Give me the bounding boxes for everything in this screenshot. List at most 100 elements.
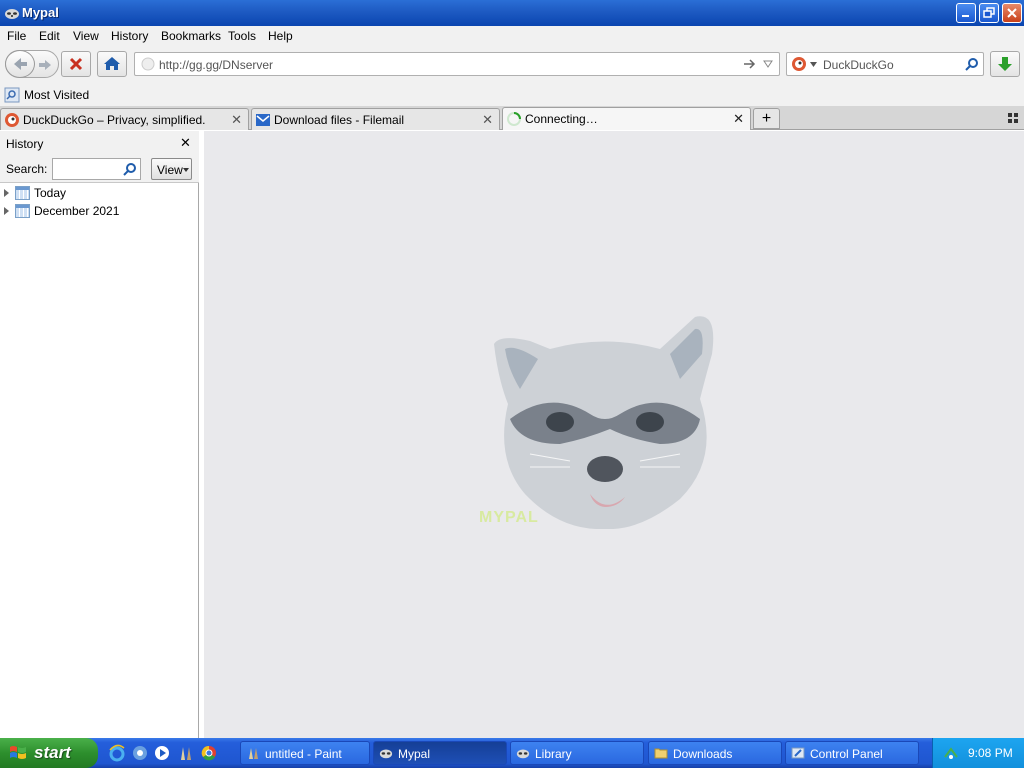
back-arrow-icon <box>14 58 27 70</box>
media-player-icon[interactable] <box>153 744 171 762</box>
search-icon[interactable] <box>965 57 979 71</box>
history-item-label: Today <box>34 186 67 200</box>
home-button[interactable] <box>97 51 127 77</box>
filemail-icon <box>256 114 270 126</box>
control-panel-icon <box>791 747 805 759</box>
close-window-button[interactable] <box>1002 3 1022 23</box>
new-tab-button[interactable]: + <box>753 108 780 129</box>
restore-icon <box>983 7 995 18</box>
url-dropdown-icon[interactable] <box>763 60 773 68</box>
clock[interactable]: 9:08 PM <box>968 746 1013 760</box>
start-label: start <box>34 743 71 762</box>
search-engine-placeholder: DuckDuckGo <box>823 58 894 72</box>
watermark-text: MYPAL <box>479 509 539 526</box>
paint-icon <box>249 748 258 759</box>
minimize-icon <box>962 15 969 17</box>
folder-icon <box>654 748 668 759</box>
view-button[interactable]: View <box>151 158 192 180</box>
menu-help[interactable]: Help <box>268 29 293 43</box>
menu-file[interactable]: File <box>7 29 26 43</box>
stop-button[interactable] <box>61 51 91 77</box>
go-arrow-icon[interactable] <box>743 58 757 70</box>
start-button[interactable]: start <box>0 738 98 768</box>
task-mypal[interactable]: Mypal <box>373 741 507 765</box>
loading-spinner-icon <box>507 112 521 126</box>
tab-label: DuckDuckGo – Privacy, simplified. <box>23 113 206 127</box>
view-button-label: View <box>157 163 183 177</box>
search-bar[interactable]: DuckDuckGo <box>786 52 984 76</box>
most-visited-icon <box>4 87 20 103</box>
tab-close-icon[interactable]: ✕ <box>482 112 493 128</box>
task-label: Downloads <box>673 747 733 761</box>
calendar-icon <box>15 204 30 218</box>
network-icon[interactable] <box>943 745 959 761</box>
back-button[interactable] <box>5 50 35 78</box>
menu-edit[interactable]: Edit <box>39 29 60 43</box>
menu-view[interactable]: View <box>73 29 99 43</box>
tab-duckduckgo[interactable]: DuckDuckGo – Privacy, simplified. ✕ <box>0 108 249 130</box>
history-item-december-2021[interactable]: December 2021 <box>4 203 194 221</box>
task-paint[interactable]: untitled - Paint <box>240 741 370 765</box>
history-item-label: December 2021 <box>34 204 120 218</box>
most-visited-link[interactable]: Most Visited <box>24 88 89 102</box>
task-label: Mypal <box>398 747 431 761</box>
task-control-panel[interactable]: Control Panel <box>785 741 919 765</box>
search-label: Search: <box>6 162 48 176</box>
window-title: Mypal <box>22 5 59 20</box>
downloads-button[interactable] <box>990 51 1020 77</box>
history-item-today[interactable]: Today <box>4 185 194 203</box>
tab-filemail[interactable]: Download files - Filemail ✕ <box>251 108 500 130</box>
history-sidebar: History ✕ Search: View Today December 20… <box>0 131 199 738</box>
sidebar-close-icon[interactable]: ✕ <box>180 135 191 151</box>
tab-close-icon[interactable]: ✕ <box>231 112 242 128</box>
url-text: http://gg.gg/DNserver <box>159 58 274 72</box>
engine-dropdown-icon[interactable] <box>810 62 817 67</box>
mypal-raccoon-logo <box>494 316 714 529</box>
chrome-icon[interactable] <box>200 744 218 762</box>
tab-connecting[interactable]: Connecting… ✕ <box>502 107 751 130</box>
menu-tools[interactable]: Tools <box>228 29 256 43</box>
globe-icon <box>141 57 155 71</box>
task-downloads[interactable]: Downloads <box>648 741 782 765</box>
internet-explorer-icon[interactable] <box>108 744 126 762</box>
url-bar[interactable]: http://gg.gg/DNserver <box>134 52 780 76</box>
tab-list-icon[interactable] <box>1008 113 1018 123</box>
duckduckgo-icon[interactable] <box>791 56 807 72</box>
duckduckgo-icon <box>5 113 19 127</box>
history-search-input[interactable] <box>52 158 141 180</box>
chevron-down-icon <box>183 168 189 172</box>
tab-label: Connecting… <box>525 112 598 126</box>
expand-twisty-icon[interactable] <box>4 207 9 215</box>
home-icon <box>104 57 120 70</box>
bookmarks-toolbar: Most Visited <box>0 84 1024 106</box>
paint-icon[interactable] <box>177 744 195 762</box>
tab-close-icon[interactable]: ✕ <box>733 111 744 127</box>
messenger-icon[interactable] <box>131 744 149 762</box>
menu-history[interactable]: History <box>111 29 148 43</box>
task-label: Control Panel <box>810 747 883 761</box>
taskbar: start untitled - Paint Mypal Library Dow… <box>0 738 1024 768</box>
stop-x-icon <box>69 57 83 71</box>
sidebar-search-row: Search: View <box>0 155 199 183</box>
page-content: MYPAL <box>204 131 1024 738</box>
task-label: Library <box>535 747 572 761</box>
minimize-button[interactable] <box>956 3 976 23</box>
restore-button[interactable] <box>979 3 999 23</box>
close-icon <box>1007 8 1017 18</box>
task-library[interactable]: Library <box>510 741 644 765</box>
download-arrow-icon <box>998 57 1012 71</box>
sidebar-header: History ✕ <box>0 131 199 155</box>
expand-twisty-icon[interactable] <box>4 189 9 197</box>
navigation-toolbar: http://gg.gg/DNserver DuckDuckGo <box>0 46 1024 84</box>
menu-bar: File Edit View History Bookmarks Tools H… <box>0 26 1024 46</box>
menu-bookmarks[interactable]: Bookmarks <box>161 29 221 43</box>
search-icon <box>123 163 136 176</box>
system-tray: 9:08 PM <box>932 738 1024 768</box>
mypal-raccoon-icon <box>516 749 530 759</box>
calendar-icon <box>15 186 30 200</box>
sidebar-title: History <box>6 137 44 151</box>
title-bar: Mypal <box>0 0 1024 26</box>
mypal-raccoon-icon <box>379 749 393 759</box>
windows-flag-icon <box>10 746 26 759</box>
forward-arrow-icon[interactable] <box>37 58 53 72</box>
